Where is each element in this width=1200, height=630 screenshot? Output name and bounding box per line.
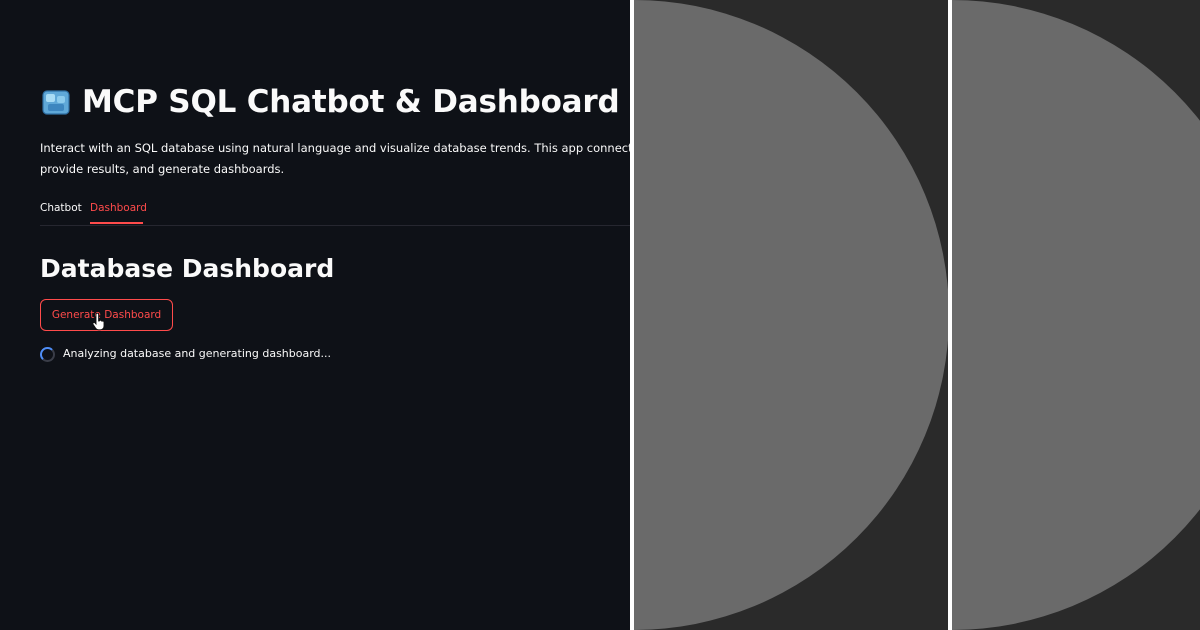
app-window: MCP SQL Chatbot & Dashboard Interact wit… bbox=[0, 0, 630, 630]
description-line-1: Interact with an SQL database using natu… bbox=[40, 141, 630, 155]
loading-spinner bbox=[40, 347, 55, 362]
active-tab-indicator bbox=[90, 222, 143, 224]
tab-bar: Chatbot Dashboard bbox=[40, 198, 630, 226]
title-row: MCP SQL Chatbot & Dashboard bbox=[40, 84, 620, 120]
app-description: Interact with an SQL database using natu… bbox=[40, 138, 630, 180]
half-circle-shape-2 bbox=[952, 0, 1200, 630]
dashboard-heading: Database Dashboard bbox=[40, 254, 335, 283]
generate-dashboard-button[interactable]: Generate Dashboard bbox=[40, 299, 173, 331]
half-circle-shape-1 bbox=[634, 0, 948, 630]
tab-dashboard[interactable]: Dashboard bbox=[90, 202, 147, 214]
side-panel-2 bbox=[952, 0, 1200, 630]
hand-pointer-icon bbox=[92, 313, 105, 331]
description-line-2: provide results, and generate dashboards… bbox=[40, 162, 285, 176]
app-title: MCP SQL Chatbot & Dashboard bbox=[82, 84, 620, 120]
tab-chatbot[interactable]: Chatbot bbox=[40, 202, 82, 214]
status-message: Analyzing database and generating dashbo… bbox=[63, 347, 332, 360]
side-panel-1 bbox=[634, 0, 948, 630]
ice-cube-icon bbox=[42, 90, 70, 115]
